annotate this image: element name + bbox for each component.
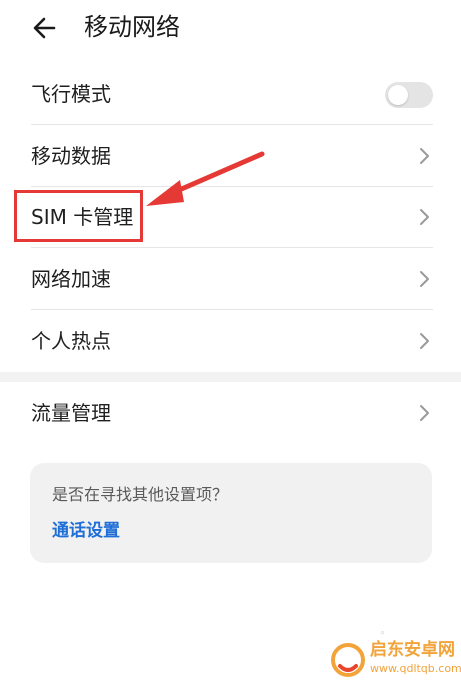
chevron-right-icon	[420, 148, 429, 164]
watermark-name: 启东安卓网	[370, 640, 455, 660]
watermark-url: www.qdltqb.com	[370, 662, 461, 675]
airplane-mode-row[interactable]: 飞行模式	[0, 63, 461, 125]
toggle-knob	[388, 85, 408, 105]
personal-hotspot-label: 个人热点	[31, 329, 111, 353]
suggestion-question: 是否在寻找其他设置项？	[52, 485, 229, 504]
data-usage-row[interactable]: 流量管理	[0, 382, 461, 444]
network-acceleration-label: 网络加速	[31, 267, 111, 291]
watermark-logo-icon	[331, 643, 365, 677]
personal-hotspot-row[interactable]: 个人热点	[0, 310, 461, 372]
app-header: 移动网络	[0, 0, 461, 56]
data-usage-label: 流量管理	[31, 401, 111, 425]
chevron-right-icon	[420, 271, 429, 287]
network-acceleration-row[interactable]: 网络加速	[0, 248, 461, 310]
chevron-right-icon	[420, 333, 429, 349]
call-settings-link[interactable]: 通话设置	[52, 519, 120, 543]
airplane-mode-label: 飞行模式	[31, 82, 111, 106]
chevron-right-icon	[420, 209, 429, 225]
page-title: 移动网络	[84, 13, 180, 41]
annotation-arrow-icon	[146, 151, 265, 206]
mobile-data-label: 移动数据	[31, 144, 111, 168]
site-watermark: 启东安卓网 www.qdltqb.com	[330, 636, 461, 682]
airplane-mode-toggle[interactable]	[385, 82, 433, 108]
chevron-right-icon	[420, 405, 429, 421]
arrow-left-icon	[33, 17, 56, 39]
annotation-highlight-box	[14, 190, 143, 242]
suggestion-card: 是否在寻找其他设置项？ 通话设置	[30, 463, 432, 563]
back-button[interactable]	[26, 10, 66, 46]
section-divider	[0, 372, 461, 382]
